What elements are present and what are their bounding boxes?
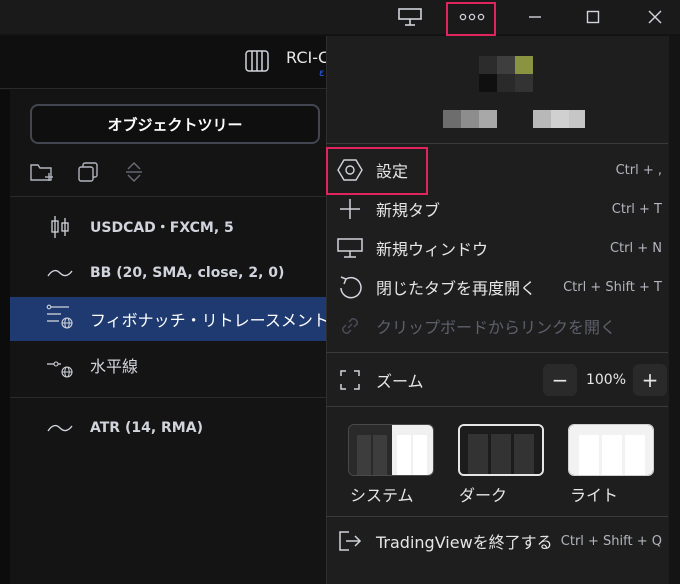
tree-item-label: フィボナッチ・リトレースメント	[90, 311, 329, 330]
wave-icon	[44, 409, 76, 447]
menu-item-settings[interactable]: 設定 Ctrl + ,	[326, 151, 668, 189]
menu-item-label: TradingViewを終了する	[376, 533, 553, 552]
monitor-icon	[336, 234, 364, 262]
zoom-in-button[interactable]: +	[633, 364, 667, 396]
shortcut-label: Ctrl + Shift + Q	[560, 533, 662, 549]
menu-item-reopen-tab[interactable]: 閉じたタブを再度開く Ctrl + Shift + T	[326, 268, 668, 306]
shortcut-label: Ctrl + Shift + T	[563, 279, 662, 295]
menu-item-new-tab[interactable]: 新規タブ Ctrl + T	[326, 190, 668, 228]
zoom-value: 100%	[585, 372, 627, 388]
tree-item-bb[interactable]: BB (20, SMA, close, 2, 0)	[10, 254, 326, 292]
layout-icon[interactable]	[244, 48, 270, 74]
horizontal-line-icon	[44, 346, 76, 384]
reopen-icon	[336, 273, 364, 301]
shortcut-label: Ctrl + ,	[615, 162, 662, 178]
menu-item-open-link-from-clipboard: クリップボードからリンクを開く	[326, 307, 668, 345]
tree-item-fib[interactable]: フィボナッチ・リトレースメント	[10, 297, 329, 341]
tree-item-label: BB (20, SMA, close, 2, 0)	[90, 265, 285, 281]
zoom-label: ズーム	[376, 372, 424, 391]
menu-item-label: 新規ウィンドウ	[376, 240, 489, 259]
wave-icon	[44, 254, 76, 292]
exit-icon	[336, 527, 364, 555]
shortcut-label: Ctrl + T	[611, 201, 662, 217]
chart-title[interactable]: RCI-C	[286, 48, 329, 67]
tree-item-atr[interactable]: ATR (14, RMA)	[10, 409, 326, 447]
theme-system-label: システム	[350, 486, 414, 505]
shortcut-label: Ctrl + N	[609, 240, 662, 256]
chart-toolbar	[0, 36, 326, 89]
fib-retracement-icon	[44, 297, 76, 335]
menu-divider	[326, 516, 668, 517]
new-folder-icon[interactable]	[28, 158, 56, 186]
menu-item-label: 新規タブ	[376, 201, 441, 220]
theme-dark-label: ダーク	[459, 486, 508, 505]
menu-item-label: クリップボードからリンクを開く	[376, 318, 617, 337]
menu-item-quit[interactable]: TradingViewを終了する Ctrl + Shift + Q	[326, 522, 668, 560]
minimize-button[interactable]	[515, 0, 555, 34]
theme-light-card[interactable]	[568, 424, 654, 476]
menu-item-label: 設定	[376, 162, 409, 181]
menu-divider	[326, 143, 668, 144]
menu-divider	[326, 406, 668, 407]
theme-light-label: ライト	[570, 486, 619, 505]
gear-hexagon-icon	[336, 156, 364, 184]
monitor-icon[interactable]	[392, 0, 428, 34]
fullscreen-icon	[336, 366, 364, 394]
candlestick-icon	[44, 208, 76, 246]
tree-item-label: USDCAD・FXCM, 5	[90, 220, 234, 236]
zoom-out-button[interactable]: −	[543, 364, 577, 396]
maximize-button[interactable]	[573, 0, 613, 34]
menu-divider	[326, 352, 668, 353]
menu-item-new-window[interactable]: 新規ウィンドウ Ctrl + N	[326, 229, 668, 267]
duplicate-icon[interactable]	[74, 158, 102, 186]
menu-item-label: 閉じたタブを再度開く	[376, 279, 537, 298]
more-menu-button[interactable]	[446, 0, 498, 34]
divider	[10, 196, 326, 197]
theme-system-card[interactable]	[348, 424, 434, 476]
close-button[interactable]	[634, 0, 676, 34]
chart-subtitle: ε	[319, 68, 325, 79]
tree-item-usdcad[interactable]: USDCAD・FXCM, 5	[10, 208, 326, 246]
theme-dark-card[interactable]	[458, 424, 544, 476]
expand-collapse-icon[interactable]	[120, 158, 148, 186]
tree-item-label: ATR (14, RMA)	[90, 420, 203, 436]
right-edge	[668, 36, 680, 584]
link-icon	[336, 312, 364, 340]
tab-object-tree[interactable]: オブジェクトツリー	[30, 104, 320, 144]
tree-item-horizontal-line[interactable]: 水平線	[10, 346, 326, 384]
left-edge	[0, 90, 10, 584]
divider	[10, 397, 326, 398]
tree-item-label: 水平線	[90, 357, 139, 376]
plus-icon	[336, 195, 364, 223]
